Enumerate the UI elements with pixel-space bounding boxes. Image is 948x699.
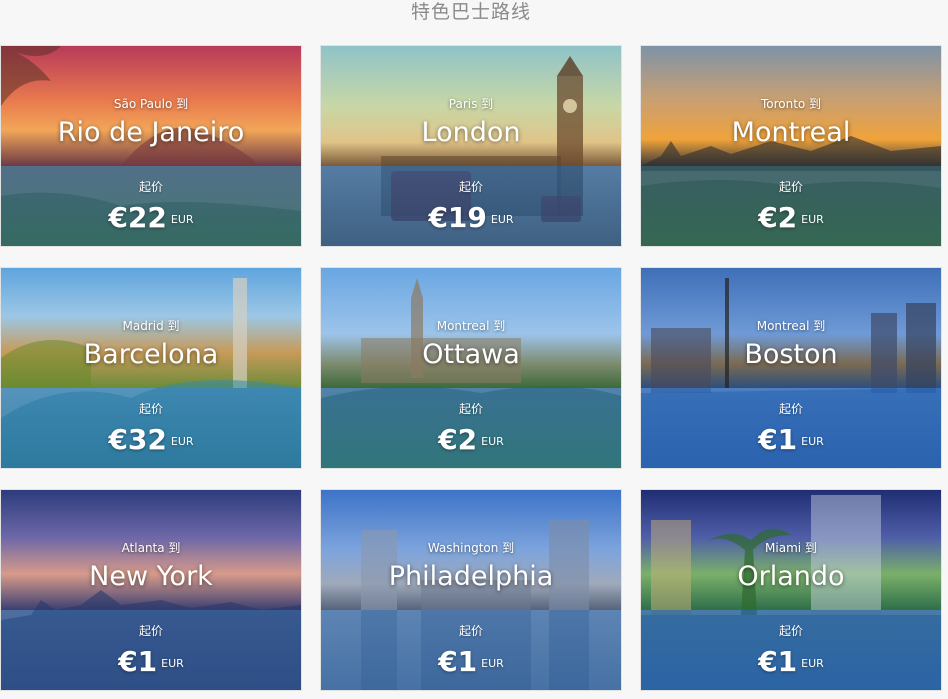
price-currency: EUR <box>481 435 504 448</box>
route-card-orlando[interactable]: Miami 到 Orlando 起价 €1 EUR <box>641 490 941 690</box>
route-card-boston[interactable]: Montreal 到 Boston 起价 €1 EUR <box>641 268 941 468</box>
route-origin: Atlanta 到 <box>121 541 181 555</box>
route-card-montreal[interactable]: Toronto 到 Montreal 起价 €2 EUR <box>641 46 941 246</box>
price-from-label: 起价 <box>778 624 803 638</box>
price-currency: EUR <box>490 213 514 226</box>
price-row: €19 EUR <box>321 201 621 237</box>
price-row: €32 EUR <box>1 423 301 459</box>
route-origin: Miami 到 <box>765 541 817 555</box>
route-price: €1 <box>438 645 478 678</box>
route-card-ottawa[interactable]: Montreal 到 Ottawa 起价 €2 EUR <box>321 268 621 468</box>
route-price: €2 <box>438 423 478 456</box>
price-from-label: 起价 <box>458 624 483 638</box>
price-row: €1 EUR <box>641 423 941 459</box>
route-destination: Barcelona <box>83 339 219 370</box>
section-title: 特色巴士路线 <box>410 1 531 23</box>
route-card-london[interactable]: Paris 到 London 起价 €19 EUR <box>321 46 621 246</box>
price-currency: EUR <box>481 657 504 670</box>
price-currency: EUR <box>801 657 824 670</box>
route-price: €19 <box>428 201 487 234</box>
route-price: €22 <box>108 201 167 234</box>
price-from-label: 起价 <box>778 180 803 194</box>
route-destination: Montreal <box>731 117 851 148</box>
route-origin: Paris 到 <box>448 97 494 111</box>
route-origin: Madrid 到 <box>122 319 180 333</box>
price-currency: EUR <box>170 435 194 448</box>
price-row: €1 EUR <box>641 645 941 681</box>
route-price: €1 <box>118 645 158 678</box>
route-destination: New York <box>89 561 213 592</box>
route-destination: Boston <box>744 339 838 370</box>
route-price: €32 <box>108 423 167 456</box>
route-origin: São Paulo 到 <box>113 97 189 111</box>
route-card-philadelphia[interactable]: Washington 到 Philadelphia 起价 €1 EUR <box>321 490 621 690</box>
route-destination: Rio de Janeiro <box>57 117 245 148</box>
route-origin: Montreal 到 <box>756 319 826 333</box>
route-price: €1 <box>758 423 798 456</box>
price-row: €2 EUR <box>641 201 941 237</box>
route-origin: Washington 到 <box>427 541 515 555</box>
price-from-label: 起价 <box>138 180 163 194</box>
price-from-label: 起价 <box>458 180 483 194</box>
route-price: €2 <box>758 201 798 234</box>
route-destination: Philadelphia <box>388 561 554 592</box>
price-currency: EUR <box>801 213 824 226</box>
route-origin: Montreal 到 <box>436 319 506 333</box>
route-card-new-york[interactable]: Atlanta 到 New York 起价 €1 EUR <box>1 490 301 690</box>
price-from-label: 起价 <box>138 624 163 638</box>
route-card-grid: São Paulo 到 Rio de Janeiro 起价 €22 EUR Par… <box>1 46 943 696</box>
route-card-barcelona[interactable]: Madrid 到 Barcelona 起价 €32 EUR <box>1 268 301 468</box>
price-row: €2 EUR <box>321 423 621 459</box>
price-from-label: 起价 <box>138 402 163 416</box>
price-currency: EUR <box>161 657 184 670</box>
route-card-rio-de-janeiro[interactable]: São Paulo 到 Rio de Janeiro 起价 €22 EUR <box>1 46 301 246</box>
price-from-label: 起价 <box>778 402 803 416</box>
price-currency: EUR <box>170 213 194 226</box>
price-from-label: 起价 <box>458 402 483 416</box>
price-row: €1 EUR <box>321 645 621 681</box>
route-destination: London <box>421 117 521 148</box>
price-row: €22 EUR <box>1 201 301 237</box>
route-price: €1 <box>758 645 798 678</box>
price-row: €1 EUR <box>1 645 301 681</box>
route-destination: Ottawa <box>422 339 520 370</box>
featured-routes-page: 特色巴士路线 São Paulo 到 Rio de Janeiro 起价 €22… <box>0 0 948 699</box>
price-currency: EUR <box>801 435 824 448</box>
route-destination: Orlando <box>737 561 845 592</box>
route-origin: Toronto 到 <box>760 97 822 111</box>
